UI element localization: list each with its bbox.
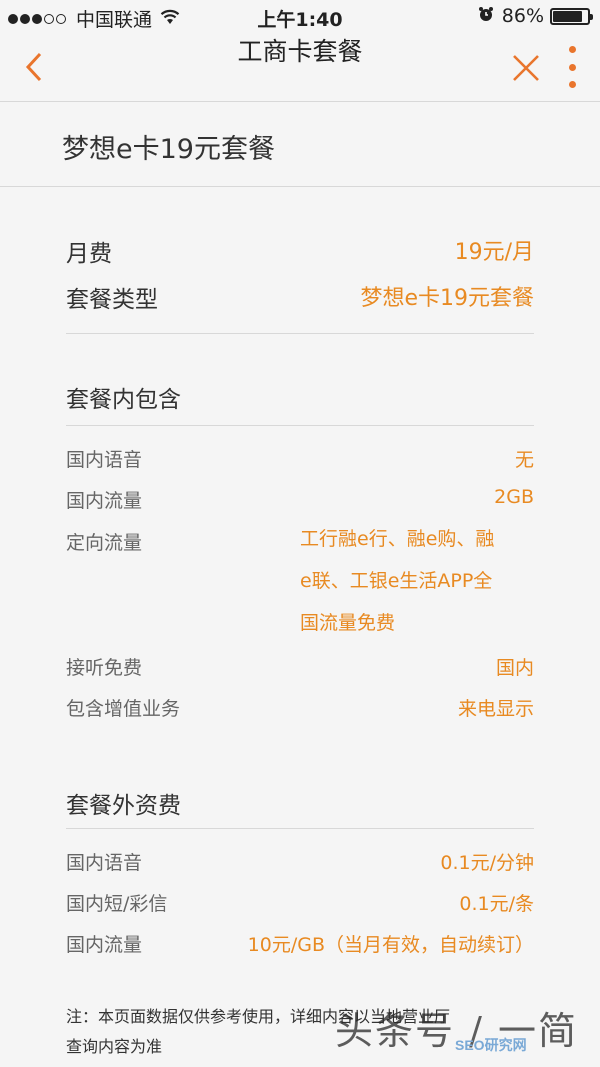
monthly-fee-label: 月费 xyxy=(66,241,112,267)
more-dot-icon xyxy=(568,63,576,71)
status-right: 86% xyxy=(478,5,593,27)
included-row: 接听免费 国内 xyxy=(66,653,534,679)
included-value: 国内 xyxy=(495,657,534,679)
alarm-icon xyxy=(478,6,494,27)
included-label: 定向流量 xyxy=(66,532,143,554)
page-title: 工商卡套餐 xyxy=(237,37,363,66)
status-bar: 中国联通 上午1:40 86% xyxy=(0,0,600,31)
monthly-fee-value: 19元/月 xyxy=(454,240,534,265)
included-value: 来电显示 xyxy=(457,698,534,720)
directed-traffic-line: 工行融e行、融e购、融 xyxy=(300,528,495,550)
included-row: 国内流量 2GB xyxy=(66,486,534,512)
battery-icon xyxy=(550,7,593,25)
plan-type-row: 套餐类型 梦想e卡19元套餐 xyxy=(66,280,534,313)
directed-traffic-line: e联、工银e生活APP全 xyxy=(300,570,493,592)
extra-row: 国内流量 10元/GB（当月有效，自动续订） xyxy=(66,930,534,956)
extra-value: 0.1元/条 xyxy=(459,893,534,915)
more-dot-icon xyxy=(568,46,576,53)
extra-value: 0.1元/分钟 xyxy=(440,852,534,874)
divider xyxy=(66,425,534,426)
included-label: 国内流量 xyxy=(66,490,143,512)
directed-traffic-line: 国流量免费 xyxy=(300,612,396,634)
directed-traffic-value: 工行融e行、融e购、融 e联、工银e生活APP全 国流量免费 xyxy=(300,518,530,644)
watermark-badge: SEO研究网 xyxy=(455,1037,527,1053)
more-dot-icon xyxy=(568,81,576,88)
nav-bar: 工商卡套餐 xyxy=(0,30,600,102)
included-row: 包含增值业务 来电显示 xyxy=(66,694,534,720)
plan-type-value: 梦想e卡19元套餐 xyxy=(360,286,534,311)
included-section-title: 套餐内包含 xyxy=(66,387,181,413)
monthly-fee-row: 月费 19元/月 xyxy=(66,234,534,267)
included-label: 国内语音 xyxy=(66,449,143,471)
included-label: 接听免费 xyxy=(66,657,143,679)
extra-label: 国内语音 xyxy=(66,852,143,874)
plan-header: 梦想e卡19元套餐 xyxy=(0,103,600,187)
included-value: 无 xyxy=(514,449,534,471)
included-label: 包含增值业务 xyxy=(66,698,181,720)
included-row: 国内语音 无 xyxy=(66,445,534,471)
more-button[interactable] xyxy=(566,46,578,88)
battery-percent: 86% xyxy=(501,5,544,27)
close-button[interactable] xyxy=(512,54,540,82)
extra-row: 国内短/彩信 0.1元/条 xyxy=(66,889,534,915)
plan-name: 梦想e卡19元套餐 xyxy=(62,134,275,165)
divider xyxy=(66,828,534,829)
divider xyxy=(66,333,534,334)
extra-label: 国内流量 xyxy=(66,934,143,956)
included-value: 2GB xyxy=(494,486,534,508)
close-icon xyxy=(513,55,539,81)
extra-label: 国内短/彩信 xyxy=(66,893,168,915)
included-row: 定向流量 工行融e行、融e购、融 e联、工银e生活APP全 国流量免费 xyxy=(66,528,534,648)
extra-value: 10元/GB（当月有效，自动续订） xyxy=(247,934,534,956)
plan-type-label: 套餐类型 xyxy=(66,287,158,313)
extra-row: 国内语音 0.1元/分钟 xyxy=(66,848,534,874)
extra-section-title: 套餐外资费 xyxy=(66,793,181,819)
